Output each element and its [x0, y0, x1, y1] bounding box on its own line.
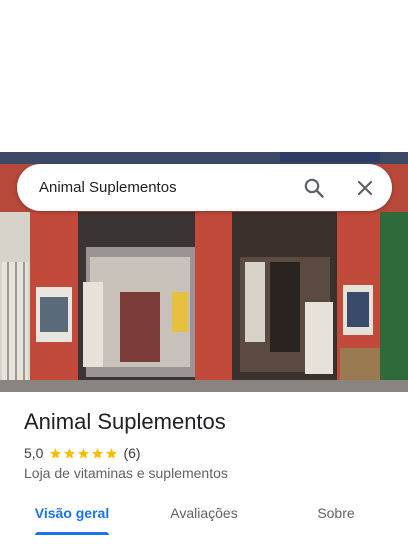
tab-bar: Visão geral Avaliações Sobre: [0, 495, 408, 535]
search-bar[interactable]: [17, 164, 392, 211]
place-category: Loja de vitaminas e suplementos: [24, 465, 228, 481]
blank-area: [0, 0, 408, 152]
star-icon: [64, 447, 76, 458]
star-icon: [50, 447, 62, 458]
tab-about[interactable]: Sobre: [306, 495, 366, 535]
active-tab-indicator: [35, 532, 109, 535]
tab-reviews[interactable]: Avaliações: [158, 495, 250, 535]
star-icon: [78, 447, 90, 458]
star-icon: [106, 447, 118, 458]
star-icon: [92, 447, 104, 458]
search-input[interactable]: [39, 164, 279, 211]
star-rating: [49, 447, 118, 460]
close-icon[interactable]: [355, 178, 375, 198]
search-icon[interactable]: [303, 177, 325, 199]
review-count[interactable]: (6): [123, 445, 140, 461]
tab-overview[interactable]: Visão geral: [30, 495, 114, 535]
rating-value: 5,0: [24, 445, 44, 461]
rating-row[interactable]: 5,0 (6): [24, 444, 141, 462]
place-title: Animal Suplementos: [24, 409, 226, 434]
